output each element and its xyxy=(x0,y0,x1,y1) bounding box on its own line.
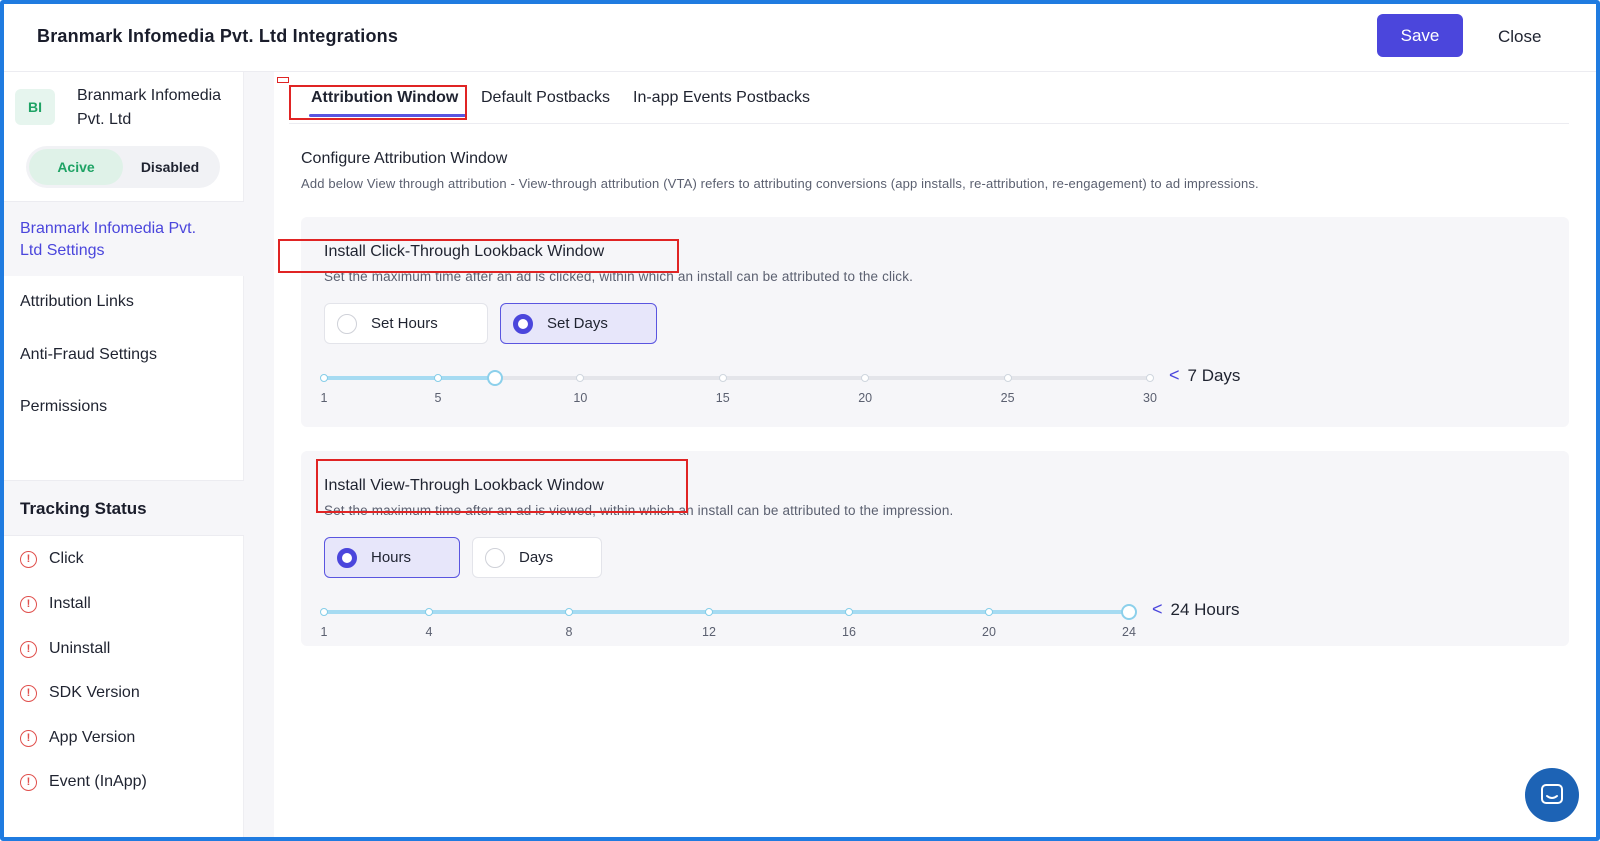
tracking-item-install: ! Install xyxy=(20,595,91,613)
status-disabled-option[interactable]: Disabled xyxy=(123,149,217,185)
annotation-box-click-title xyxy=(278,239,679,273)
slider-tick-dot xyxy=(576,374,585,382)
slider-tick-dot xyxy=(1146,374,1154,382)
chat-bubble-icon xyxy=(1541,784,1563,804)
slider-tick-dot xyxy=(565,608,573,616)
section-description: Add below View through attribution - Vie… xyxy=(301,176,1259,191)
slider-fill xyxy=(324,610,1129,614)
sidebar-item-anti-fraud[interactable]: Anti-Fraud Settings xyxy=(20,346,157,364)
annotation-box-view-title xyxy=(316,459,688,513)
annotation-marker xyxy=(277,77,289,83)
tracking-item-label: Click xyxy=(49,550,84,567)
view-through-slider[interactable]: 1 4 8 12 16 20 24 xyxy=(320,604,1137,670)
slider-value-text: 24 Hours xyxy=(1170,599,1240,619)
sidebar-item-settings[interactable]: Branmark Infomedia Pvt. Ltd Settings xyxy=(4,202,244,276)
radio-label: Days xyxy=(519,549,554,566)
chevron-left-icon: < xyxy=(1152,599,1163,619)
tracking-status-title: Tracking Status xyxy=(20,499,147,518)
tab-bar: Attribution Window Default Postbacks In-… xyxy=(289,74,1569,124)
slider-tick-dot xyxy=(433,374,442,382)
slider-tick-label: 25 xyxy=(1000,391,1015,405)
radio-icon xyxy=(513,313,533,334)
hours-radio[interactable]: Hours xyxy=(324,537,460,578)
set-hours-radio[interactable]: Set Hours xyxy=(324,303,488,344)
sidebar-item-attribution-links[interactable]: Attribution Links xyxy=(20,293,134,311)
tracking-item-uninstall: ! Uninstall xyxy=(20,640,110,658)
alert-circle-icon: ! xyxy=(20,595,37,613)
slider-tick-label: 30 xyxy=(1143,391,1157,405)
chevron-left-icon: < xyxy=(1169,365,1180,385)
slider-tick-label: 16 xyxy=(842,625,856,639)
alert-circle-icon: ! xyxy=(20,550,37,568)
slider-tick-label: 15 xyxy=(715,391,730,405)
radio-label: Hours xyxy=(371,549,412,566)
slider-fill xyxy=(324,376,495,380)
chat-widget-button[interactable] xyxy=(1525,768,1579,822)
tracking-item-label: Uninstall xyxy=(49,640,111,657)
page-title: Branmark Infomedia Pvt. Ltd Integrations xyxy=(37,26,399,46)
brand-name: Branmark Infomedia Pvt. Ltd xyxy=(77,87,222,128)
save-button[interactable]: Save xyxy=(1377,14,1463,57)
alert-circle-icon: ! xyxy=(20,640,37,658)
radio-icon xyxy=(337,547,357,568)
radio-icon xyxy=(485,547,505,568)
tracking-item-app-version: ! App Version xyxy=(20,729,135,747)
slider-tick-dot xyxy=(320,608,328,616)
radio-icon xyxy=(337,313,357,334)
slider-tick-dot xyxy=(705,608,713,616)
alert-circle-icon: ! xyxy=(20,773,37,791)
tab-default-postbacks[interactable]: Default Postbacks xyxy=(481,89,610,107)
slider-value-label: < 24 Hours xyxy=(1152,599,1240,620)
slider-tick-label: 24 xyxy=(1122,625,1136,639)
tracking-item-event-inapp: ! Event (InApp) xyxy=(20,773,147,791)
days-radio[interactable]: Days xyxy=(472,537,602,578)
slider-tick-label: 20 xyxy=(982,625,996,639)
click-through-slider[interactable]: 1 5 10 15 20 25 30 xyxy=(320,370,1157,436)
tracking-item-label: SDK Version xyxy=(49,684,140,701)
tracking-status-header: Tracking Status xyxy=(4,480,244,536)
slider-tick-dot xyxy=(845,608,853,616)
slider-tick-dot xyxy=(320,374,328,382)
set-days-radio[interactable]: Set Days xyxy=(500,303,657,344)
slider-tick-dot xyxy=(718,374,727,382)
avatar: BI xyxy=(15,89,55,125)
status-toggle: Acive Disabled xyxy=(26,146,220,188)
alert-circle-icon: ! xyxy=(20,729,37,747)
slider-tick-dot xyxy=(861,374,870,382)
slider-tick-label: 8 xyxy=(565,625,573,639)
sidebar-item-label: Branmark Infomedia Pvt. Ltd Settings xyxy=(20,220,197,259)
section-title: Configure Attribution Window xyxy=(301,150,508,167)
tracking-item-label: Event (InApp) xyxy=(49,773,147,790)
slider-tick-dot xyxy=(425,608,433,616)
slider-handle[interactable] xyxy=(486,370,503,386)
content-gutter xyxy=(244,72,274,837)
app-window: Branmark Infomedia Pvt. Ltd Integrations… xyxy=(0,0,1600,841)
sidebar-item-permissions[interactable]: Permissions xyxy=(20,398,107,416)
slider-value-text: 7 Days xyxy=(1187,365,1241,385)
tracking-item-label: App Version xyxy=(49,729,136,746)
slider-tick-dot xyxy=(1003,374,1012,382)
slider-tick-label: 20 xyxy=(858,391,873,405)
radio-label: Set Hours xyxy=(371,315,438,332)
status-active-option[interactable]: Acive xyxy=(29,149,123,185)
alert-circle-icon: ! xyxy=(20,684,37,702)
slider-tick-label: 1 xyxy=(320,625,328,639)
slider-value-label: < 7 Days xyxy=(1169,365,1240,386)
close-button[interactable]: Close xyxy=(1498,27,1541,47)
tab-inapp-events-postbacks[interactable]: In-app Events Postbacks xyxy=(633,89,810,107)
tracking-item-click: ! Click xyxy=(20,550,84,568)
annotation-box-tab xyxy=(289,85,467,120)
slider-tick-label: 5 xyxy=(434,391,442,405)
sidebar: BI Branmark Infomedia Pvt. Ltd Acive Dis… xyxy=(4,72,244,837)
slider-handle[interactable] xyxy=(1121,604,1137,620)
radio-label: Set Days xyxy=(547,315,608,332)
tracking-item-sdk-version: ! SDK Version xyxy=(20,684,140,702)
slider-tick-label: 4 xyxy=(425,625,433,639)
tracking-item-label: Install xyxy=(49,595,91,612)
slider-tick-label: 1 xyxy=(320,391,328,405)
header-bar: Branmark Infomedia Pvt. Ltd Integrations… xyxy=(4,4,1596,72)
slider-tick-label: 12 xyxy=(702,625,716,639)
slider-tick-label: 10 xyxy=(573,391,588,405)
slider-tick-dot xyxy=(985,608,993,616)
